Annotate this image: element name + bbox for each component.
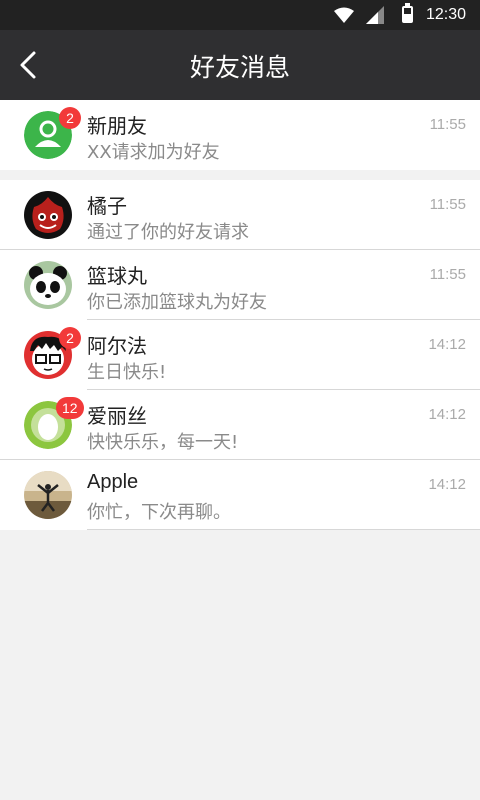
list-item[interactable]: 篮球丸 你已添加篮球丸为好友 11:55	[0, 250, 480, 320]
message-preview: 通过了你的好友请求	[87, 222, 249, 243]
message-time: 14:12	[428, 336, 466, 353]
app-header: 好友消息	[0, 30, 480, 100]
unread-badge: 12	[56, 397, 84, 419]
message-preview: 你已添加篮球丸为好友	[87, 292, 267, 313]
unread-badge: 2	[59, 327, 81, 349]
battery-icon	[402, 3, 413, 23]
message-time: 11:55	[429, 196, 466, 213]
cell-signal-icon	[366, 6, 384, 24]
message-preview: 生日快乐!	[87, 362, 167, 383]
avatar	[24, 261, 72, 309]
list-item[interactable]: Apple 你忙，下次再聊。 14:12	[0, 460, 480, 530]
panda-avatar-icon	[24, 261, 72, 309]
list-item[interactable]: 2 阿尔法 生日快乐! 14:12	[0, 320, 480, 390]
avatar	[24, 471, 72, 519]
message-list: 橘子 通过了你的好友请求 11:55 篮球丸 你已添加篮球丸为好友 11:55	[0, 180, 480, 530]
status-time: 12:30	[426, 6, 467, 23]
message-preview: 你忙，下次再聊。	[87, 502, 231, 523]
page-title: 好友消息	[189, 53, 290, 82]
message-time: 11:55	[429, 266, 466, 283]
divider	[87, 529, 480, 530]
contact-name: 爱丽丝	[87, 404, 147, 428]
unread-badge: 2	[59, 107, 81, 129]
red-creature-avatar-icon	[24, 191, 72, 239]
message-time: 14:12	[428, 476, 466, 493]
list-item[interactable]: 橘子 通过了你的好友请求 11:55	[0, 180, 480, 250]
dancer-photo-avatar-icon	[24, 471, 72, 519]
message-preview: XX请求加为好友	[87, 142, 220, 163]
avatar	[24, 191, 72, 239]
list-item[interactable]: 12 爱丽丝 快快乐乐，每一天! 14:12	[0, 390, 480, 460]
contact-name: 橘子	[87, 194, 127, 218]
contact-name: 阿尔法	[87, 334, 147, 358]
contact-name: 篮球丸	[87, 264, 147, 288]
contact-name: 新朋友	[87, 114, 147, 138]
new-friend-row[interactable]: 2 新朋友 XX请求加为好友 11:55	[0, 100, 480, 170]
message-time: 11:55	[429, 116, 466, 133]
wifi-icon	[334, 7, 354, 23]
contact-name: Apple	[87, 471, 139, 493]
status-bar: 12:30	[0, 0, 480, 30]
message-time: 14:12	[428, 406, 466, 423]
message-preview: 快快乐乐，每一天!	[87, 432, 239, 453]
new-friends-section: 2 新朋友 XX请求加为好友 11:55	[0, 100, 480, 170]
